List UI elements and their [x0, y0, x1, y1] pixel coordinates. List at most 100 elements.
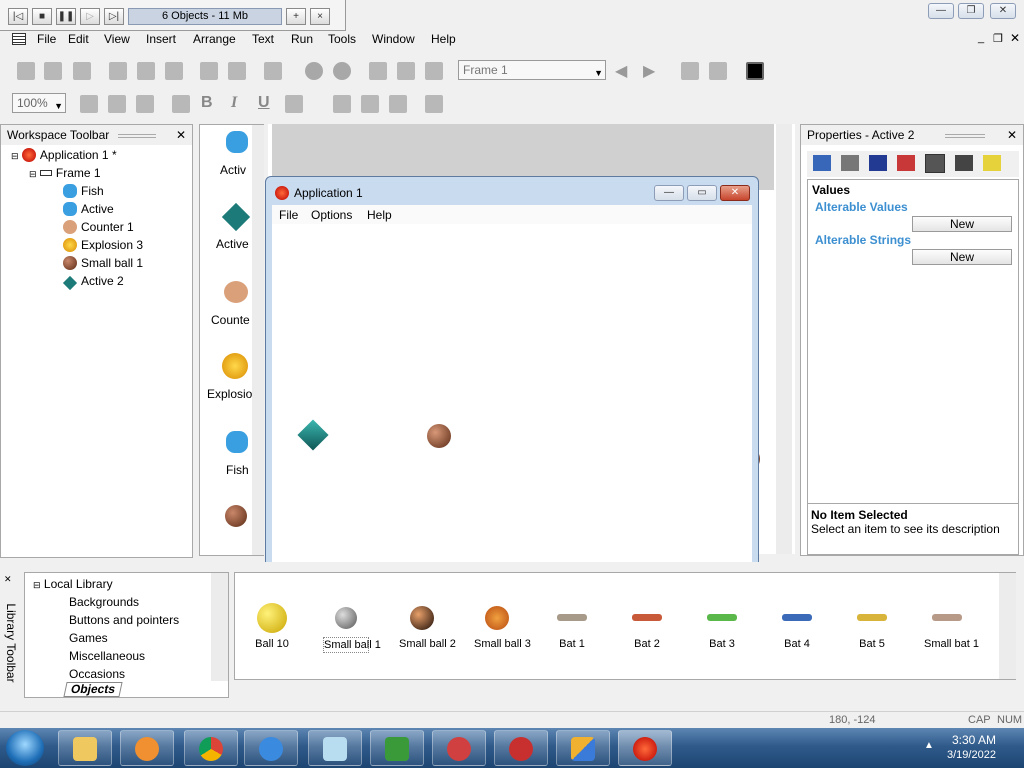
- taskbar-snipping[interactable]: [432, 730, 486, 766]
- values-tab-icon[interactable]: [925, 154, 945, 173]
- close-icon[interactable]: ✕: [4, 574, 12, 585]
- menu-run[interactable]: Run: [291, 31, 313, 47]
- frame-editor-icon[interactable]: [397, 62, 415, 80]
- mdi-restore-icon[interactable]: ❐: [993, 32, 1003, 45]
- library-item-games[interactable]: Games: [69, 630, 108, 646]
- play-icon[interactable]: ▷: [80, 8, 100, 25]
- about-tab-icon[interactable]: [983, 155, 1001, 171]
- color-icon[interactable]: [746, 62, 764, 80]
- app-menu-help[interactable]: Help: [367, 208, 392, 222]
- mdi-minimize-icon[interactable]: _: [978, 32, 984, 44]
- underline-button[interactable]: U: [258, 94, 270, 112]
- ball-icon[interactable]: [225, 505, 247, 527]
- prev-frame-icon[interactable]: ◀: [615, 61, 627, 81]
- tree-item-small-ball[interactable]: Small ball 1: [63, 255, 143, 271]
- library-item-backgrounds[interactable]: Backgrounds: [69, 594, 139, 610]
- redo-icon[interactable]: [228, 62, 246, 80]
- app-menu-options[interactable]: Options: [311, 208, 352, 222]
- ball-icon[interactable]: [335, 607, 357, 629]
- taskbar-notepad[interactable]: [308, 730, 362, 766]
- tree-item-active[interactable]: Active: [63, 201, 114, 217]
- application-window[interactable]: Application 1 — ▭ ✕ File Options Help: [265, 176, 759, 591]
- clock-time[interactable]: 3:30 AM: [952, 733, 996, 747]
- paste-icon[interactable]: [165, 62, 183, 80]
- fit-icon[interactable]: [425, 95, 443, 113]
- taskbar-chrome[interactable]: [184, 730, 238, 766]
- menu-window[interactable]: Window: [372, 31, 415, 47]
- diamond-sprite[interactable]: [297, 419, 329, 451]
- app-menu-file[interactable]: File: [279, 208, 298, 222]
- restore-button[interactable]: ❐: [958, 3, 984, 19]
- grip[interactable]: [118, 134, 156, 138]
- menu-help[interactable]: Help: [431, 31, 456, 47]
- menu-view[interactable]: View: [104, 31, 130, 47]
- tray-chevron-icon[interactable]: ▲: [924, 740, 934, 751]
- new-string-button[interactable]: New: [912, 249, 1012, 265]
- save-icon[interactable]: [73, 62, 91, 80]
- undo-icon[interactable]: [200, 62, 218, 80]
- explosion-icon[interactable]: [222, 353, 248, 379]
- scrollbar[interactable]: [252, 125, 264, 555]
- new-value-button[interactable]: New: [912, 216, 1012, 232]
- tree-item-fish[interactable]: Fish: [63, 183, 104, 199]
- display-tab-icon[interactable]: [813, 155, 831, 171]
- stop-icon[interactable]: ■: [32, 8, 52, 25]
- minimize-view-icon[interactable]: [681, 62, 699, 80]
- app-close-button[interactable]: ✕: [720, 185, 750, 201]
- mdi-close-icon[interactable]: ✕: [1010, 31, 1020, 45]
- movement-tab-icon[interactable]: [869, 155, 887, 171]
- ball-sprite[interactable]: [427, 424, 451, 448]
- menu-text[interactable]: Text: [252, 31, 274, 47]
- italic-button[interactable]: I: [231, 94, 237, 112]
- pause-icon[interactable]: ❚❚: [56, 8, 76, 25]
- ball-icon[interactable]: [257, 603, 287, 633]
- taskbar-csharp[interactable]: [370, 730, 424, 766]
- taskbar-app[interactable]: [494, 730, 548, 766]
- frame-select[interactable]: Frame 1 ▼: [458, 60, 606, 80]
- forward-icon[interactable]: [333, 62, 351, 80]
- ball-icon[interactable]: [485, 606, 509, 630]
- bat-icon[interactable]: [707, 614, 737, 621]
- fish-icon[interactable]: [226, 131, 248, 153]
- window-view-icon[interactable]: [709, 62, 727, 80]
- step-icon[interactable]: ▷|: [104, 8, 124, 25]
- library-item-buttons[interactable]: Buttons and pointers: [69, 612, 179, 628]
- taskbar-explorer[interactable]: [58, 730, 112, 766]
- clock-date[interactable]: 3/19/2022: [947, 749, 996, 761]
- cut-icon[interactable]: [109, 62, 127, 80]
- library-item-misc[interactable]: Miscellaneous: [69, 648, 145, 664]
- font-icon[interactable]: [172, 95, 190, 113]
- diamond-icon[interactable]: [221, 202, 251, 232]
- app-minimize-button[interactable]: —: [654, 185, 684, 201]
- taskbar-ie[interactable]: [244, 730, 298, 766]
- frame-scrollbar[interactable]: [776, 124, 792, 554]
- event-editor-icon[interactable]: [425, 62, 443, 80]
- tree-item-counter[interactable]: Counter 1: [63, 219, 134, 235]
- app-menu-icon[interactable]: [12, 33, 26, 45]
- rewind-icon[interactable]: |◁: [8, 8, 28, 25]
- taskbar-office[interactable]: [556, 730, 610, 766]
- size-tab-icon[interactable]: [841, 155, 859, 171]
- menu-edit[interactable]: Edit: [68, 31, 89, 47]
- tree-item-frame[interactable]: ⊟ Frame 1: [29, 165, 101, 182]
- taskbar-media[interactable]: [120, 730, 174, 766]
- library-scrollbar[interactable]: [211, 573, 228, 681]
- comment-icon[interactable]: [264, 62, 282, 80]
- bat-icon[interactable]: [782, 614, 812, 621]
- menu-tools[interactable]: Tools: [328, 31, 356, 47]
- next-frame-icon[interactable]: ▶: [643, 61, 655, 81]
- close-icon[interactable]: ✕: [176, 125, 186, 145]
- new-icon[interactable]: [17, 62, 35, 80]
- ball-icon[interactable]: [410, 606, 434, 630]
- add-button[interactable]: +: [286, 8, 306, 25]
- layer-icon[interactable]: [80, 95, 98, 113]
- text-color-icon[interactable]: [285, 95, 303, 113]
- taskbar-clickteam[interactable]: [618, 730, 672, 766]
- align-left-icon[interactable]: [333, 95, 351, 113]
- bat-icon[interactable]: [557, 614, 587, 621]
- tree-item-active2[interactable]: Active 2: [62, 273, 124, 291]
- tree-item-explosion[interactable]: Explosion 3: [63, 237, 143, 253]
- open-icon[interactable]: [44, 62, 62, 80]
- menu-arrange[interactable]: Arrange: [193, 31, 236, 47]
- align-right-icon[interactable]: [389, 95, 407, 113]
